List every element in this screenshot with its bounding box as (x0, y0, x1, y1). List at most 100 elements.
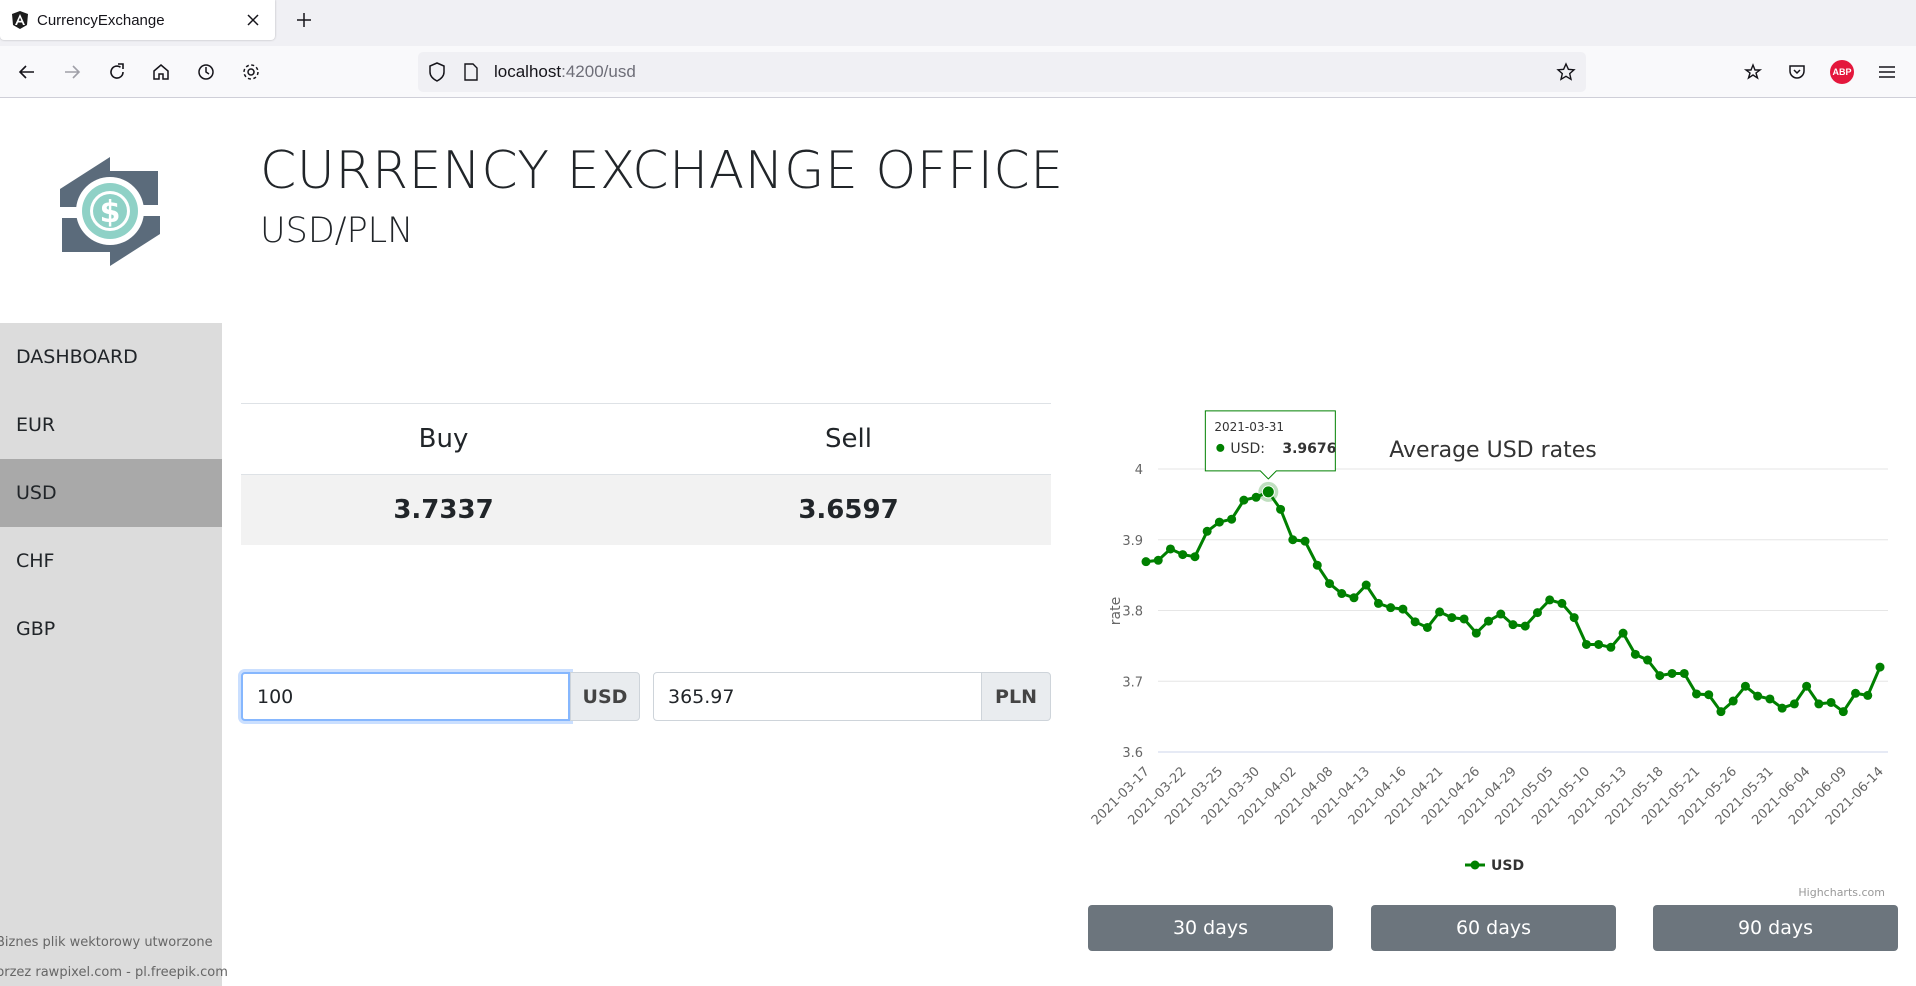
browser-tab[interactable]: CurrencyExchange (0, 0, 275, 40)
y-tick-label: 3.9 (1122, 534, 1143, 549)
range-30-days-button[interactable]: 30 days (1088, 905, 1333, 951)
usd-data-point (1765, 694, 1775, 704)
sidebar-item-eur[interactable]: EUR (0, 391, 222, 459)
shield-icon[interactable] (428, 62, 448, 82)
result-field[interactable]: 365.97 (653, 672, 982, 721)
usd-data-point (1520, 621, 1530, 631)
usd-data-point (1643, 655, 1653, 665)
to-currency-label: PLN (981, 672, 1051, 721)
rate-chart: Average USD rates 3.6 3.7 3.8 3.9 4 rate 2021-0… (1088, 399, 1896, 899)
browser-toolbar: localhost:4200/usd ABP (0, 46, 1916, 98)
credits-line-2: przez rawpixel.com - pl.freepik.com (0, 965, 228, 980)
usd-data-point (1802, 681, 1812, 691)
usd-data-point (1325, 579, 1334, 589)
currency-exchange-logo: $ (60, 157, 160, 266)
highlight-point (1261, 485, 1275, 499)
usd-data-point (1814, 699, 1824, 709)
usd-data-point (1863, 690, 1873, 700)
sidebar-item-dashboard[interactable]: DASHBOARD (0, 323, 222, 391)
legend-label: USD (1491, 858, 1524, 874)
sidebar-item-gbp[interactable]: GBP (0, 595, 222, 663)
app-page: $ CURRENCY EXCHANGE OFFICE USD/PLN DASHB… (0, 99, 1916, 986)
new-tab-icon[interactable] (292, 8, 316, 32)
usd-data-point (1557, 598, 1567, 608)
history-icon[interactable] (192, 58, 220, 86)
legend-marker (1470, 860, 1480, 870)
sidebar-item-usd[interactable]: USD (0, 459, 222, 527)
usd-data-point (1532, 608, 1542, 618)
usd-data-point (1165, 544, 1175, 554)
sidebar-item-chf[interactable]: CHF (0, 527, 222, 595)
usd-data-point (1300, 536, 1310, 546)
settings-icon[interactable] (237, 58, 265, 86)
home-icon[interactable] (147, 58, 175, 86)
usd-data-point (1777, 703, 1787, 713)
usd-data-point (1728, 696, 1738, 706)
tooltip-value: 3.9676 (1282, 441, 1336, 457)
chart-credits: Highcharts.com (1798, 886, 1885, 899)
browser-tab-strip: CurrencyExchange (0, 0, 1916, 46)
usd-data-point (1202, 526, 1212, 536)
usd-data-point (1545, 595, 1555, 605)
page-title: CURRENCY EXCHANGE OFFICE (260, 141, 1064, 201)
usd-data-point (1667, 668, 1677, 678)
reload-icon[interactable] (103, 58, 131, 86)
credits-line-1: Biznes plik wektorowy utworzone (0, 935, 213, 950)
close-tab-icon[interactable] (243, 10, 263, 30)
usd-data-point (1361, 580, 1371, 590)
pocket-icon[interactable] (1783, 58, 1811, 86)
usd-data-point (1153, 555, 1163, 565)
y-axis-title: rate (1108, 597, 1124, 625)
adblock-icon[interactable]: ABP (1830, 60, 1854, 84)
sell-header: Sell (825, 424, 872, 454)
usd-data-point (1214, 517, 1224, 527)
sidebar: DASHBOARD EUR USD CHF GBP Biznes plik we… (0, 323, 228, 986)
amount-input[interactable]: 100 (241, 672, 570, 721)
usd-data-point (1239, 495, 1249, 505)
forward-icon[interactable] (58, 58, 86, 86)
usd-data-point (1692, 689, 1701, 699)
back-icon[interactable] (13, 58, 41, 86)
usd-data-point (1386, 603, 1396, 613)
usd-data-point (1496, 609, 1506, 619)
usd-data-point (1410, 617, 1420, 627)
range-60-days-button[interactable]: 60 days (1371, 905, 1616, 951)
url-host: localhost (494, 62, 562, 81)
usd-data-point (1704, 690, 1714, 700)
usd-data-point (1508, 620, 1518, 630)
usd-data-point (1569, 613, 1579, 623)
usd-data-point (1753, 691, 1763, 701)
usd-data-point (1716, 707, 1726, 717)
url-text: localhost:4200/usd (494, 62, 636, 82)
menu-icon[interactable] (1873, 58, 1901, 86)
usd-data-point (1838, 707, 1848, 717)
extensions-icon[interactable] (1739, 58, 1767, 86)
svg-text:$: $ (100, 195, 121, 230)
y-tick-label: 3.6 (1122, 746, 1143, 761)
usd-data-point (1594, 639, 1604, 649)
usd-data-point (1459, 614, 1469, 624)
usd-data-point (1740, 681, 1750, 691)
usd-data-point (1826, 697, 1836, 707)
usd-data-point (1581, 639, 1591, 649)
bookmark-star-icon[interactable] (1556, 62, 1576, 86)
angular-icon (12, 11, 28, 29)
address-bar[interactable]: localhost:4200/usd (418, 52, 1586, 92)
rates-value-row: 3.7337 3.6597 (241, 475, 1051, 545)
usd-series-line (1145, 490, 1882, 714)
range-90-days-button[interactable]: 90 days (1653, 905, 1898, 951)
usd-data-point (1679, 668, 1689, 678)
chart-title: Average USD rates (1389, 438, 1597, 463)
usd-data-point (1606, 642, 1616, 652)
usd-data-point (1618, 628, 1628, 638)
usd-data-point (1178, 550, 1188, 560)
url-path: :4200/usd (561, 62, 636, 81)
buy-rate: 3.7337 (393, 495, 494, 525)
y-tick-label: 4 (1135, 463, 1143, 478)
from-currency-label: USD (570, 672, 640, 721)
usd-data-point (1789, 699, 1799, 709)
usd-data-point (1435, 607, 1445, 617)
usd-data-point (1141, 557, 1151, 567)
buy-header: Buy (418, 424, 469, 454)
usd-data-point (1190, 552, 1200, 562)
